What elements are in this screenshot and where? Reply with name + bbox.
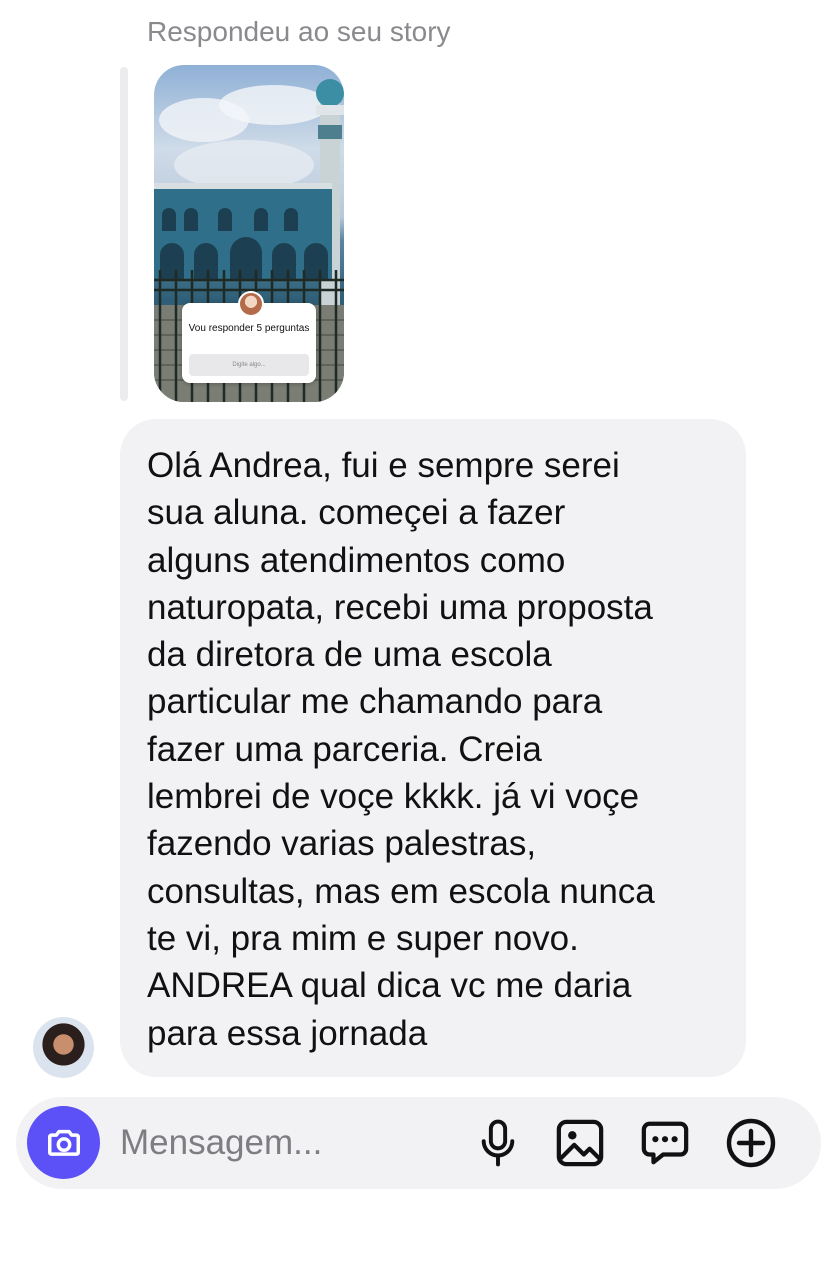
message-line: ANDREA qual dica vc me daria — [147, 966, 632, 1006]
reply-quote-bar — [120, 67, 128, 401]
sender-avatar[interactable] — [33, 1017, 94, 1078]
message-line: particular me chamando para — [147, 682, 603, 722]
plus-circle-icon — [726, 1118, 776, 1168]
message-line: da diretora de uma escola — [147, 635, 552, 675]
message-line: para essa jornada — [147, 1013, 428, 1053]
message-line: naturopata, recebi uma proposta — [147, 587, 653, 627]
message-line: alguns atendimentos como — [147, 540, 566, 580]
story-question-input: Digite algo... — [189, 354, 309, 376]
message-input[interactable] — [120, 1117, 450, 1169]
message-composer — [16, 1097, 821, 1189]
microphone-button[interactable] — [471, 1116, 525, 1170]
more-options-button[interactable] — [724, 1116, 778, 1170]
camera-icon — [47, 1129, 80, 1156]
microphone-icon — [481, 1119, 515, 1167]
camera-button[interactable] — [27, 1106, 100, 1179]
story-author-avatar — [238, 291, 264, 317]
message-text: Olá Andrea, fui e sempre serei sua aluna.… — [147, 442, 737, 1057]
sticker-chat-icon — [641, 1121, 689, 1165]
message-line: Olá Andrea, fui e sempre serei — [147, 446, 620, 485]
sticker-button[interactable] — [638, 1116, 692, 1170]
story-question-text: Vou responder 5 perguntas — [188, 323, 310, 334]
reply-context-label: Respondeu ao seu story — [147, 16, 451, 47]
gallery-button[interactable] — [553, 1116, 607, 1170]
image-icon — [556, 1119, 604, 1167]
message-line: te vi, pra mim e super novo. — [147, 918, 579, 958]
message-line: sua aluna. começei a fazer — [147, 493, 566, 533]
message-line: consultas, mas em escola nunca — [147, 871, 655, 911]
message-line: lembrei de voçe kkkk. já vi voçe — [147, 777, 640, 817]
story-question-sticker: Vou responder 5 perguntas Digite algo... — [182, 291, 316, 383]
message-line: fazendo varias palestras, — [147, 824, 537, 864]
message-line: fazer uma parceria. Creia — [147, 729, 542, 769]
message-bubble[interactable]: Olá Andrea, fui e sempre serei sua aluna.… — [120, 419, 746, 1077]
